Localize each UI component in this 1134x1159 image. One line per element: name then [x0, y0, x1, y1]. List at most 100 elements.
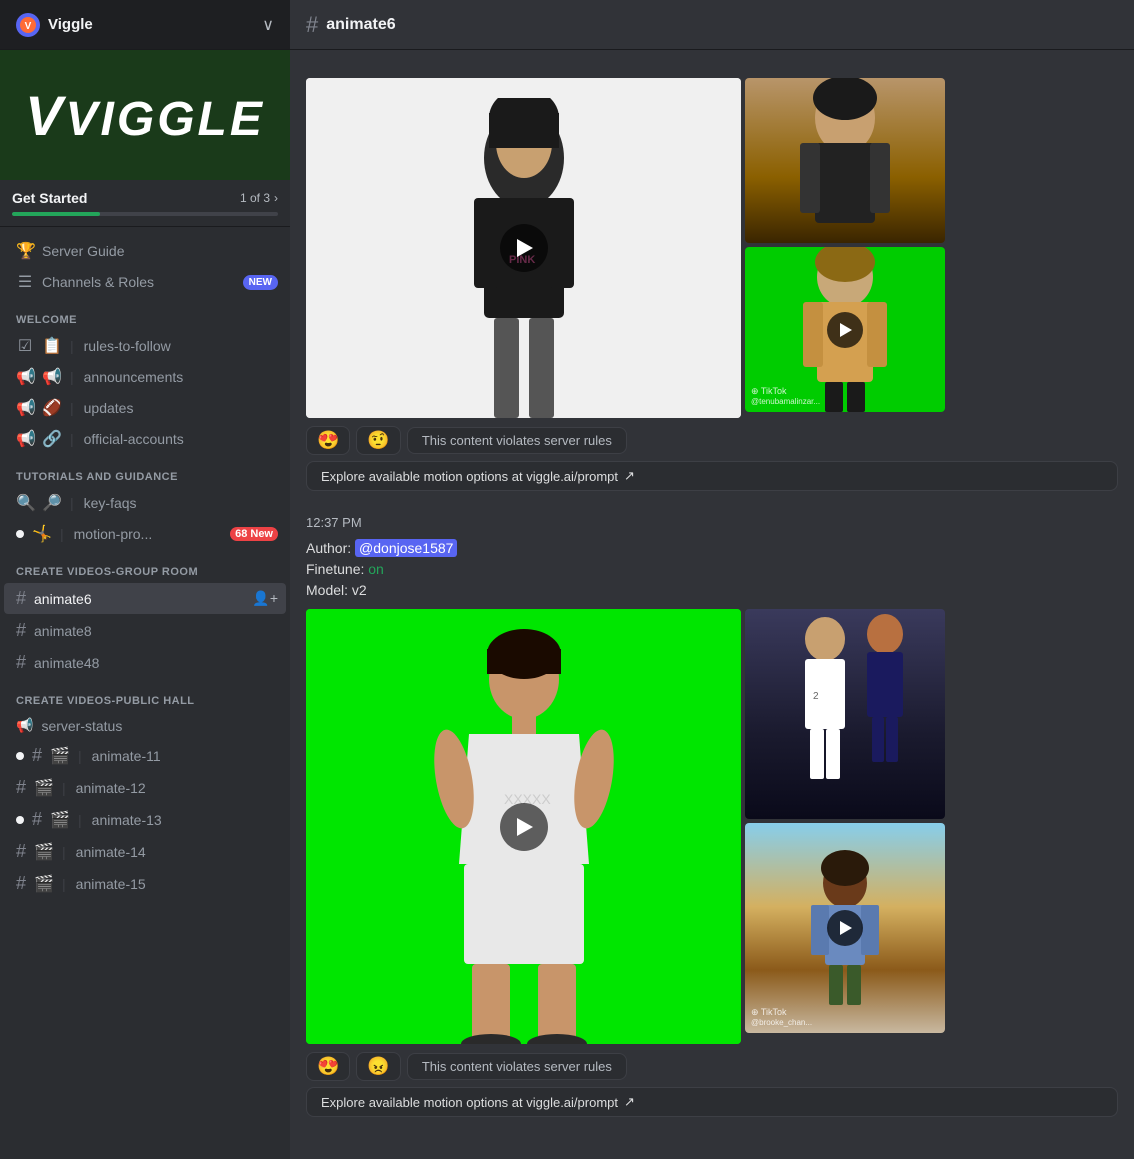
video-thumb-2: XXXXX	[306, 609, 741, 1044]
server-chevron-icon[interactable]: ∨	[262, 15, 274, 35]
finetune-value: on	[368, 561, 384, 577]
add-member-icon[interactable]: 👤+	[252, 590, 278, 607]
get-started-title: Get Started	[12, 190, 87, 206]
main-content: # animate6	[290, 0, 1134, 1159]
sidebar-item-updates[interactable]: 📢 🏈 | updates	[4, 393, 286, 423]
sidebar-item-server-guide[interactable]: 🏆 Server Guide	[4, 236, 286, 266]
announce-emoji-icon: 📢	[42, 367, 60, 387]
server-name: Viggle	[48, 16, 93, 33]
official-emoji-icon: 🔗	[42, 429, 60, 449]
media-main-2[interactable]: XXXXX	[306, 609, 741, 1044]
sidebar-item-rules[interactable]: ☑ 📋 | rules-to-follow	[4, 331, 286, 361]
report-label-1: This content violates server rules	[422, 433, 612, 448]
animate48-label: animate48	[34, 655, 278, 671]
motion-pro-new-badge: 68 New	[230, 527, 278, 541]
sidebar-item-animate-13[interactable]: # 🎬 | animate-13	[4, 804, 286, 835]
film-icon-13: 🎬	[50, 810, 68, 830]
svg-text:2: 2	[813, 691, 819, 702]
rules-emoji-icon: 📋	[42, 336, 60, 356]
hash-icon-11: #	[32, 745, 42, 766]
rules-icon: ☑	[16, 336, 34, 356]
film-icon-12: 🎬	[34, 778, 52, 798]
sidebar-item-animate-12[interactable]: # 🎬 | animate-12	[4, 772, 286, 803]
reaction-confused-1[interactable]: 🤨	[356, 426, 400, 455]
unread-dot-motion	[16, 530, 24, 538]
motion-pro-label: motion-pro...	[74, 526, 222, 542]
play-button-1[interactable]	[500, 224, 548, 272]
server-header-left: V Viggle	[16, 13, 93, 37]
channels-roles-icon: ☰	[16, 272, 34, 292]
animate-13-label: animate-13	[92, 812, 278, 828]
messages-area: PINK	[290, 50, 1134, 1159]
play-button-1b[interactable]	[827, 312, 863, 348]
sidebar-item-animate6[interactable]: # animate6 👤+	[4, 583, 286, 614]
section-welcome: WELCOME	[0, 298, 290, 330]
unread-dot-13	[16, 816, 24, 824]
film-icon-14: 🎬	[34, 842, 52, 862]
reaction-bar-1: 😍 🤨 This content violates server rules	[306, 426, 1118, 455]
side-thumb-1a[interactable]	[745, 78, 945, 243]
play-icon-2b	[840, 921, 852, 935]
tiktok-watermark-1b: ⊕ TikTok @tenubamalinzar...	[751, 386, 820, 406]
love-emoji-1: 😍	[317, 430, 339, 451]
side-thumb-1b[interactable]: ⊕ TikTok @tenubamalinzar...	[745, 247, 945, 412]
reaction-love-2[interactable]: 😍	[306, 1052, 350, 1081]
side-thumb-2b[interactable]: ⊕ TikTok @brooke_chan...	[745, 823, 945, 1033]
side-bball-svg: 2	[745, 609, 945, 819]
animate-11-label: animate-11	[92, 748, 278, 764]
media-grid-1: PINK	[306, 78, 1118, 418]
animate-15-label: animate-15	[76, 876, 278, 892]
confused-emoji-1: 🤨	[367, 430, 389, 451]
channels-roles-label: Channels & Roles	[42, 274, 235, 290]
sidebar-item-official-accounts[interactable]: 📢 🔗 | official-accounts	[4, 424, 286, 454]
announce-type-icon: 📢	[16, 717, 33, 734]
official-icon: 📢	[16, 429, 34, 449]
sidebar: V Viggle ∨ VVIGGLE Get Started 1 of 3 › …	[0, 0, 290, 1159]
reaction-love-1[interactable]: 😍	[306, 426, 350, 455]
progress-chevron-icon: ›	[274, 191, 278, 205]
sidebar-item-animate-11[interactable]: # 🎬 | animate-11	[4, 740, 286, 771]
film-icon-15: 🎬	[34, 874, 52, 894]
animate-12-label: animate-12	[76, 780, 278, 796]
film-icon-11: 🎬	[50, 746, 68, 766]
server-header[interactable]: V Viggle ∨	[0, 0, 290, 50]
motion-pro-emoji-icon: 🤸	[32, 524, 50, 544]
love-emoji-2: 😍	[317, 1056, 339, 1077]
author-label: Author:	[306, 540, 355, 556]
side-person-svg-1a	[745, 78, 945, 243]
reaction-angry-2[interactable]: 😠	[356, 1052, 400, 1081]
channel-hash-icon: #	[306, 12, 318, 38]
progress-bar-fill	[12, 212, 100, 216]
viggle-v: V	[25, 84, 65, 147]
explore-label-1: Explore available motion options at vigg…	[321, 469, 618, 484]
sidebar-item-server-status[interactable]: 📢 server-status	[4, 712, 286, 739]
sidebar-item-channels-roles[interactable]: ☰ Channels & Roles NEW	[4, 267, 286, 297]
hash-icon-13: #	[32, 809, 42, 830]
sidebar-item-animate8[interactable]: # animate8	[4, 615, 286, 646]
sidebar-item-announcements[interactable]: 📢 📢 | announcements	[4, 362, 286, 392]
sidebar-item-animate-15[interactable]: # 🎬 | animate-15	[4, 868, 286, 899]
report-button-1[interactable]: This content violates server rules	[407, 427, 627, 454]
explore-btn-1[interactable]: Explore available motion options at vigg…	[306, 461, 1118, 491]
play-button-2[interactable]	[500, 803, 548, 851]
play-button-2b[interactable]	[827, 910, 863, 946]
explore-btn-2[interactable]: Explore available motion options at vigg…	[306, 1087, 1118, 1117]
hash-icon-12: #	[16, 777, 26, 798]
server-banner: VVIGGLE	[0, 50, 290, 180]
section-create-group: CREATE VIDEOS-GROUP ROOM	[0, 550, 290, 582]
server-guide-label: Server Guide	[42, 243, 278, 259]
model-line: Model: v2	[306, 580, 1118, 601]
sidebar-item-motion-pro[interactable]: 🤸 | motion-pro... 68 New	[4, 519, 286, 549]
report-button-2[interactable]: This content violates server rules	[407, 1053, 627, 1080]
updates-emoji-icon: 🏈	[42, 398, 60, 418]
side-thumb-2a[interactable]: 2	[745, 609, 945, 819]
server-icon: V	[16, 13, 40, 37]
sidebar-item-animate48[interactable]: # animate48	[4, 647, 286, 678]
message-block-2: 12:37 PM Author: @donjose1587 Finetune: …	[290, 511, 1134, 1121]
media-main-1[interactable]: PINK	[306, 78, 741, 418]
sidebar-item-animate-14[interactable]: # 🎬 | animate-14	[4, 836, 286, 867]
author-mention[interactable]: @donjose1587	[355, 539, 457, 557]
animate6-label: animate6	[34, 591, 244, 607]
viggle-logo: VVIGGLE	[25, 83, 265, 148]
sidebar-item-key-faqs[interactable]: 🔍 🔎 | key-faqs	[4, 488, 286, 518]
